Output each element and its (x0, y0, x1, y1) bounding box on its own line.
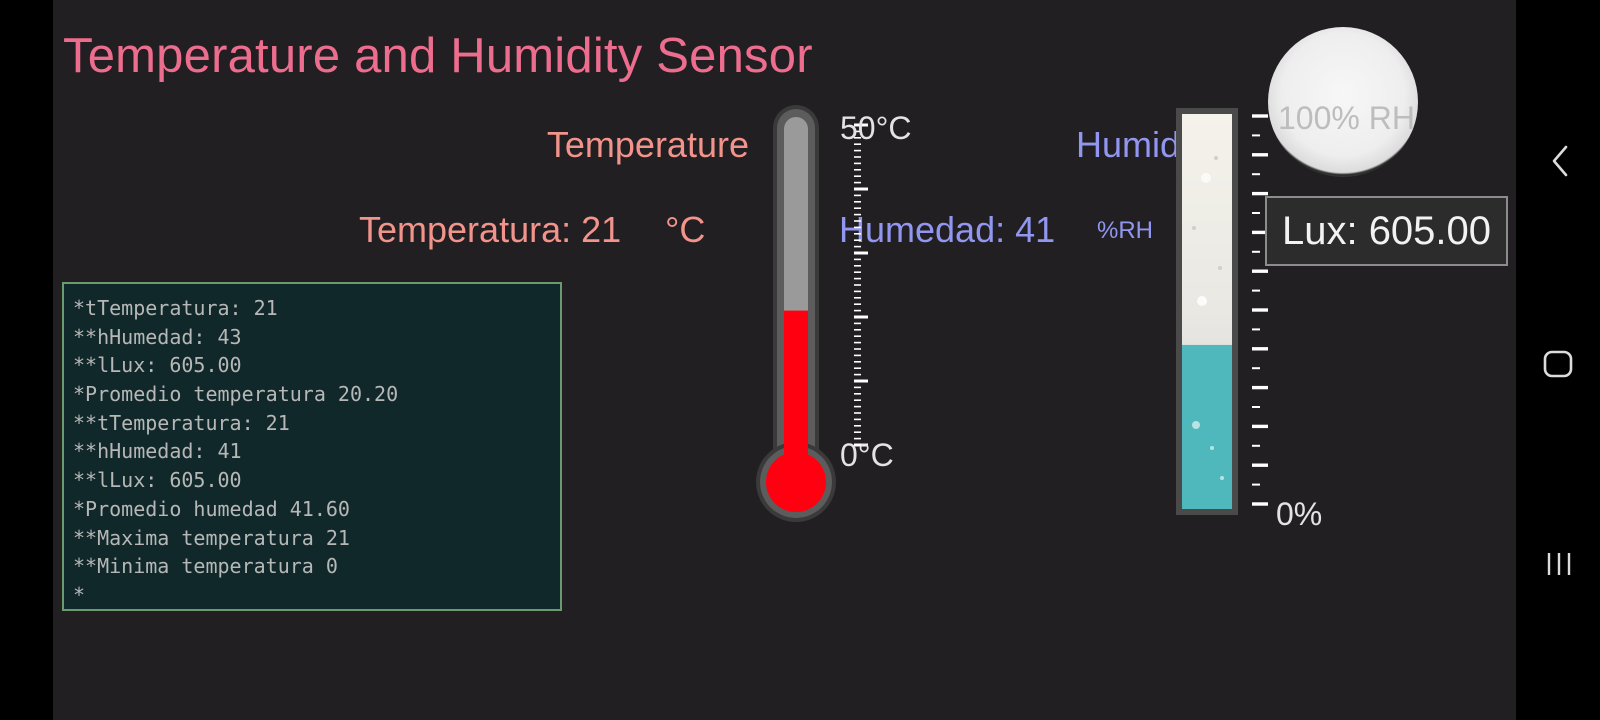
bubble (1220, 476, 1224, 480)
terminal-line: * (73, 582, 86, 607)
bubble (1197, 296, 1207, 306)
temperature-label: Temperature (546, 124, 749, 165)
humidity-ticks (1252, 114, 1268, 506)
terminal-line: *Promedio humedad 41.60 (73, 496, 350, 521)
sensor-app: Temperature and Humidity Sensor Temperat… (53, 0, 1516, 720)
bubble (1214, 156, 1218, 160)
serial-terminal[interactable]: *tTemperatura: 21 **hHumedad: 43 **lLux:… (62, 282, 562, 611)
thermometer-ticks (854, 123, 868, 447)
back-icon[interactable] (1550, 144, 1570, 178)
humidity-unit: %RH (1097, 217, 1154, 244)
humidity-gauge (1176, 108, 1268, 515)
terminal-line: *tTemperatura: 21 (73, 296, 278, 320)
humidity-max-label: 100% RH (1278, 100, 1415, 136)
terminal-line: *Promedio temperatura 20.20 (73, 382, 399, 407)
temperature-unit: °C (665, 209, 706, 250)
temperature-value: Temperatura: 21 (359, 209, 622, 250)
page-title: Temperature and Humidity Sensor (63, 29, 813, 83)
temperature-max-label: 50°C (840, 110, 912, 146)
terminal-line: **hHumedad: 43 (73, 324, 242, 349)
terminal-line: **hHumedad: 41 (73, 439, 242, 464)
temperature-min-label: 0°C (840, 437, 894, 473)
bubble (1192, 421, 1200, 429)
bubble (1192, 226, 1196, 230)
humidity-min-label: 0% (1276, 496, 1323, 532)
lux-display: Lux: 605.00 (1265, 196, 1508, 266)
terminal-line: **lLux: 605.00 (73, 353, 242, 378)
terminal-line: **lLux: 605.00 (73, 468, 242, 493)
bubble (1210, 446, 1214, 450)
phone-screen: Temperature and Humidity Sensor Temperat… (0, 0, 1600, 720)
terminal-line: **Maxima temperatura 21 (73, 525, 350, 550)
terminal-line: **Minima temperatura 0 (73, 554, 338, 579)
home-icon[interactable] (1543, 350, 1573, 378)
terminal-line: **tTemperatura: 21 (73, 410, 290, 435)
thermometer-bulb (766, 452, 826, 512)
lux-value: Lux: 605.00 (1281, 208, 1492, 253)
bubble (1201, 173, 1211, 183)
recent-apps-icon[interactable] (1546, 551, 1572, 577)
terminal-lines: *tTemperatura: 21 **hHumedad: 43 **lLux:… (73, 294, 551, 610)
android-navigation-bar (1516, 0, 1600, 720)
bubble (1218, 266, 1222, 270)
humidity-gauge-fill (1182, 344, 1232, 509)
